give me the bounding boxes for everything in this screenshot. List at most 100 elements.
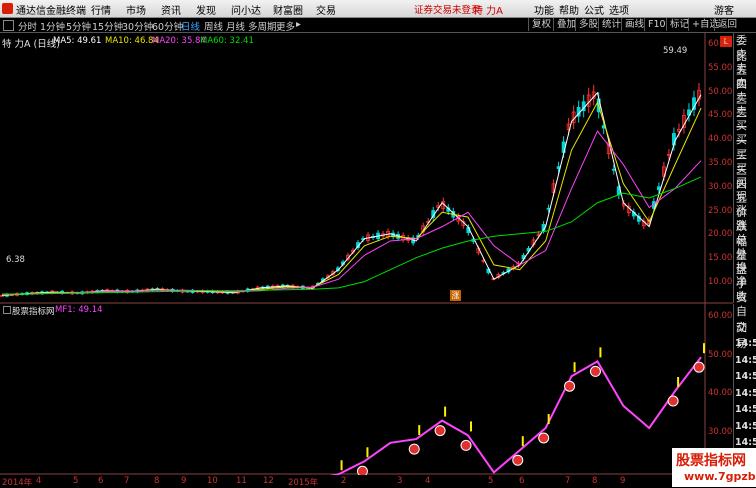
watermark-title: 股票指标网	[676, 453, 746, 469]
menu-bar: 通达信金融终端 行情 市场 资讯 发现 问小达 财富圈 交易 证券交易未登录 特…	[0, 0, 756, 18]
menu-item-discover[interactable]: 发现	[196, 2, 216, 17]
date-tick: 5	[73, 476, 79, 486]
price-tick: 50.00	[708, 86, 733, 97]
price-tick: 40.00	[708, 134, 733, 145]
price-tick: 45.00	[708, 110, 733, 121]
period-weekly[interactable]: 周线	[204, 19, 223, 33]
date-tick: 2015年	[288, 478, 319, 488]
high-price-marker: 59.49	[663, 46, 688, 56]
app-name: 通达信金融终端	[16, 6, 86, 17]
guest-user-label[interactable]: 游客	[714, 2, 734, 17]
price-tick: 55.00	[708, 62, 733, 73]
indicator-tick: 40.00	[708, 388, 733, 398]
ma-line-ma5	[1, 91, 702, 296]
app-logo-icon	[2, 3, 13, 14]
ma-line-ma20	[1, 130, 702, 296]
candlestick-series	[0, 82, 701, 298]
period-30min[interactable]: 30分钟	[122, 19, 153, 33]
price-tick: 25.00	[708, 205, 733, 216]
period-5min[interactable]: 5分钟	[66, 19, 91, 33]
price-tick: 30.00	[708, 181, 733, 192]
date-tick: 8	[154, 476, 160, 486]
date-tick: 4	[36, 476, 42, 486]
buy-ball-marker	[564, 380, 576, 392]
period-intraday[interactable]: 分时	[18, 19, 37, 33]
watermark-url: www.7gpzb.com	[684, 470, 756, 483]
grid-icon[interactable]	[3, 20, 14, 31]
period-15min[interactable]: 15分钟	[92, 19, 123, 33]
date-tick: 3	[397, 476, 403, 486]
event-marker[interactable]: 涨	[450, 290, 461, 301]
date-tick: 5	[488, 476, 494, 486]
menu-item-ask[interactable]: 问小达	[231, 2, 261, 17]
date-tick: 2	[341, 476, 347, 486]
period-daily[interactable]: 日线	[181, 19, 200, 33]
buy-ball-marker	[693, 361, 705, 373]
quote-panel: 委比卖五卖四卖三卖二卖一买一买二买三买四买五现价涨跌涨幅总量外盘换手净资收益	[733, 33, 756, 303]
buy-ball-marker	[408, 443, 420, 455]
mf1-label: MF1: 49.14	[55, 305, 103, 315]
period-more[interactable]: 更多	[276, 19, 295, 33]
buy-ball-marker	[512, 454, 524, 466]
date-tick: 4	[425, 476, 431, 486]
buy-ball-marker	[538, 432, 550, 444]
menu-item-quotes[interactable]: 行情	[91, 2, 111, 17]
indicator-title: 股票指标网	[12, 307, 55, 317]
candle-body	[611, 168, 616, 171]
menu-item-help[interactable]: 帮助	[559, 2, 579, 17]
toolbar-back[interactable]: 返回	[714, 18, 740, 31]
toolbar-f10[interactable]: F10	[644, 18, 669, 31]
trade-time: 14:50	[735, 420, 756, 432]
trade-time: 14:50	[735, 387, 756, 399]
menu-item-wealth-circle[interactable]: 财富圈	[273, 2, 303, 17]
trade-time: 14:50	[735, 371, 756, 382]
date-tick: 10	[207, 476, 218, 486]
price-tick: 35.00	[708, 158, 733, 168]
period-1min[interactable]: 1分钟	[40, 19, 65, 33]
date-tick: 7	[565, 476, 571, 486]
date-tick: 6	[98, 476, 104, 486]
date-tick: 11	[236, 476, 247, 486]
more-arrow-icon[interactable]: ▸	[296, 19, 301, 30]
menu-item-function[interactable]: 功能	[534, 2, 554, 17]
price-tick: 20.00	[708, 229, 733, 240]
menu-item-formula[interactable]: 公式	[584, 2, 604, 17]
menu-item-options[interactable]: 选项	[609, 2, 629, 17]
ma-line-ma10	[1, 101, 702, 296]
price-tick: 15.00	[708, 253, 733, 264]
period-60min[interactable]: 60分钟	[152, 19, 183, 33]
period-toolbar: 分时 1分钟 5分钟 15分钟 30分钟 60分钟 日线 周线 月线 多周期 更…	[0, 18, 756, 33]
buy-ball-marker	[356, 465, 368, 475]
menu-item-news[interactable]: 资讯	[161, 2, 181, 17]
indicator-tick: 30.00	[708, 426, 733, 437]
toolbar-adjust[interactable]: 复权	[528, 18, 554, 31]
price-tick: 10.00	[708, 277, 733, 287]
trade-time: 14:50	[735, 437, 756, 448]
trade-time: 14:50	[735, 404, 756, 415]
buy-ball-marker	[460, 439, 472, 451]
period-multi[interactable]: 多周期	[248, 19, 277, 33]
menu-item-trade[interactable]: 交易	[316, 2, 336, 17]
trade-time: 14:50	[735, 338, 756, 349]
period-monthly[interactable]: 月线	[226, 19, 245, 33]
date-tick: 9	[620, 476, 626, 486]
price-tick: 60.00	[708, 39, 733, 49]
menu-item-market[interactable]: 市场	[126, 2, 146, 17]
ma-line-ma60	[2, 176, 702, 295]
date-tick: 12	[263, 476, 274, 486]
quote-row: 收益	[736, 289, 747, 303]
low-price-marker: 6.38	[6, 255, 25, 265]
date-tick: 2014年	[2, 478, 33, 488]
date-tick: 8	[592, 476, 598, 486]
trade-time: 14:50	[735, 354, 756, 366]
date-tick: 9	[181, 476, 187, 486]
current-stock-name: 特 力A	[473, 6, 504, 17]
date-tick: 7	[124, 476, 130, 486]
buy-ball-marker	[667, 395, 679, 407]
buy-ball-marker	[589, 365, 601, 377]
indicator-icon	[3, 306, 11, 314]
indicator-tick: 60.00	[708, 311, 733, 321]
login-warning[interactable]: 证券交易未登录	[414, 2, 481, 16]
chart-canvas[interactable]	[0, 33, 733, 475]
date-tick: 6	[519, 476, 525, 486]
